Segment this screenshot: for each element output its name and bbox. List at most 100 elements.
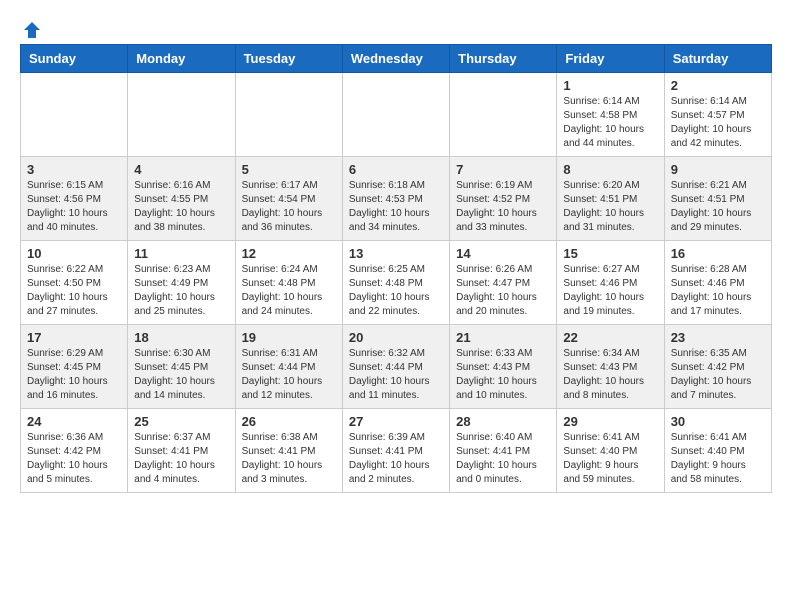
day-info: Sunrise: 6:16 AMSunset: 4:55 PMDaylight:… <box>134 179 228 235</box>
day-number: 19 <box>242 330 336 345</box>
day-number: 3 <box>27 162 121 177</box>
day-number: 11 <box>134 246 228 261</box>
calendar-cell: 24Sunrise: 6:36 AMSunset: 4:42 PMDayligh… <box>21 409 128 493</box>
day-number: 15 <box>563 246 657 261</box>
day-number: 16 <box>671 246 765 261</box>
day-number: 4 <box>134 162 228 177</box>
calendar-cell: 30 Sunrise: 6:41 AMSunset: 4:40 PMDayligh… <box>664 409 771 493</box>
day-number: 20 <box>349 330 443 345</box>
day-info: Sunrise: 6:24 AMSunset: 4:48 PMDaylight:… <box>242 263 336 319</box>
day-info: Sunrise: 6:20 AMSunset: 4:51 PMDaylight:… <box>563 179 657 235</box>
weekday-header: Monday <box>128 45 235 73</box>
calendar-cell <box>450 73 557 157</box>
day-info: Sunrise: 6:33 AMSunset: 4:43 PMDaylight:… <box>456 347 550 403</box>
logo <box>20 20 42 36</box>
day-number: 27 <box>349 414 443 429</box>
calendar-week-row: 10 Sunrise: 6:22 AMSunset: 4:50 PMDayligh… <box>21 241 772 325</box>
day-info: Sunrise: 6:41 AMSunset: 4:40 PMDaylight:… <box>671 431 765 487</box>
day-number: 21 <box>456 330 550 345</box>
day-info: Sunrise: 6:14 AMSunset: 4:57 PMDaylight:… <box>671 95 765 151</box>
day-number: 6 <box>349 162 443 177</box>
calendar-cell: 6 Sunrise: 6:18 AMSunset: 4:53 PMDaylight… <box>342 157 449 241</box>
logo-icon <box>22 20 42 40</box>
calendar-cell: 21 Sunrise: 6:33 AMSunset: 4:43 PMDayligh… <box>450 325 557 409</box>
page-header <box>20 20 772 36</box>
calendar-cell: 12 Sunrise: 6:24 AMSunset: 4:48 PMDayligh… <box>235 241 342 325</box>
day-info: Sunrise: 6:18 AMSunset: 4:53 PMDaylight:… <box>349 179 443 235</box>
day-info: Sunrise: 6:36 AMSunset: 4:42 PMDaylight:… <box>27 431 121 487</box>
day-number: 17 <box>27 330 121 345</box>
day-info: Sunrise: 6:34 AMSunset: 4:43 PMDaylight:… <box>563 347 657 403</box>
calendar-header-row: SundayMondayTuesdayWednesdayThursdayFrid… <box>21 45 772 73</box>
day-number: 22 <box>563 330 657 345</box>
calendar-week-row: 1 Sunrise: 6:14 AMSunset: 4:58 PMDaylight… <box>21 73 772 157</box>
day-info: Sunrise: 6:41 AMSunset: 4:40 PMDaylight:… <box>563 431 657 487</box>
calendar-cell: 18 Sunrise: 6:30 AMSunset: 4:45 PMDayligh… <box>128 325 235 409</box>
day-info: Sunrise: 6:28 AMSunset: 4:46 PMDaylight:… <box>671 263 765 319</box>
calendar-cell: 5 Sunrise: 6:17 AMSunset: 4:54 PMDaylight… <box>235 157 342 241</box>
calendar-cell: 29 Sunrise: 6:41 AMSunset: 4:40 PMDayligh… <box>557 409 664 493</box>
calendar-cell: 13 Sunrise: 6:25 AMSunset: 4:48 PMDayligh… <box>342 241 449 325</box>
calendar-cell: 23 Sunrise: 6:35 AMSunset: 4:42 PMDayligh… <box>664 325 771 409</box>
day-info: Sunrise: 6:19 AMSunset: 4:52 PMDaylight:… <box>456 179 550 235</box>
day-number: 5 <box>242 162 336 177</box>
calendar-cell: 15Sunrise: 6:27 AMSunset: 4:46 PMDayligh… <box>557 241 664 325</box>
calendar-cell: 22 Sunrise: 6:34 AMSunset: 4:43 PMDayligh… <box>557 325 664 409</box>
day-number: 10 <box>27 246 121 261</box>
day-info: Sunrise: 6:31 AMSunset: 4:44 PMDaylight:… <box>242 347 336 403</box>
day-number: 18 <box>134 330 228 345</box>
calendar-cell: 3 Sunrise: 6:15 AMSunset: 4:56 PMDaylight… <box>21 157 128 241</box>
calendar-table: SundayMondayTuesdayWednesdayThursdayFrid… <box>20 44 772 493</box>
calendar-cell: 8Sunrise: 6:20 AMSunset: 4:51 PMDaylight… <box>557 157 664 241</box>
calendar-cell <box>21 73 128 157</box>
day-info: Sunrise: 6:35 AMSunset: 4:42 PMDaylight:… <box>671 347 765 403</box>
day-info: Sunrise: 6:32 AMSunset: 4:44 PMDaylight:… <box>349 347 443 403</box>
day-info: Sunrise: 6:30 AMSunset: 4:45 PMDaylight:… <box>134 347 228 403</box>
day-info: Sunrise: 6:26 AMSunset: 4:47 PMDaylight:… <box>456 263 550 319</box>
calendar-cell: 20 Sunrise: 6:32 AMSunset: 4:44 PMDayligh… <box>342 325 449 409</box>
calendar-cell <box>342 73 449 157</box>
calendar-week-row: 17 Sunrise: 6:29 AMSunset: 4:45 PMDayligh… <box>21 325 772 409</box>
calendar-cell: 14Sunrise: 6:26 AMSunset: 4:47 PMDayligh… <box>450 241 557 325</box>
day-info: Sunrise: 6:25 AMSunset: 4:48 PMDaylight:… <box>349 263 443 319</box>
calendar-cell: 17 Sunrise: 6:29 AMSunset: 4:45 PMDayligh… <box>21 325 128 409</box>
weekday-header: Tuesday <box>235 45 342 73</box>
day-number: 12 <box>242 246 336 261</box>
day-info: Sunrise: 6:22 AMSunset: 4:50 PMDaylight:… <box>27 263 121 319</box>
day-info: Sunrise: 6:39 AMSunset: 4:41 PMDaylight:… <box>349 431 443 487</box>
calendar-cell: 1 Sunrise: 6:14 AMSunset: 4:58 PMDaylight… <box>557 73 664 157</box>
calendar-week-row: 3 Sunrise: 6:15 AMSunset: 4:56 PMDaylight… <box>21 157 772 241</box>
day-number: 26 <box>242 414 336 429</box>
day-number: 1 <box>563 78 657 93</box>
day-info: Sunrise: 6:15 AMSunset: 4:56 PMDaylight:… <box>27 179 121 235</box>
day-number: 13 <box>349 246 443 261</box>
calendar-cell: 26 Sunrise: 6:38 AMSunset: 4:41 PMDayligh… <box>235 409 342 493</box>
calendar-cell: 25 Sunrise: 6:37 AMSunset: 4:41 PMDayligh… <box>128 409 235 493</box>
day-number: 23 <box>671 330 765 345</box>
day-info: Sunrise: 6:40 AMSunset: 4:41 PMDaylight:… <box>456 431 550 487</box>
day-info: Sunrise: 6:17 AMSunset: 4:54 PMDaylight:… <box>242 179 336 235</box>
day-info: Sunrise: 6:23 AMSunset: 4:49 PMDaylight:… <box>134 263 228 319</box>
calendar-cell: 28Sunrise: 6:40 AMSunset: 4:41 PMDayligh… <box>450 409 557 493</box>
day-number: 7 <box>456 162 550 177</box>
weekday-header: Thursday <box>450 45 557 73</box>
day-number: 9 <box>671 162 765 177</box>
calendar-cell: 2Sunrise: 6:14 AMSunset: 4:57 PMDaylight… <box>664 73 771 157</box>
day-number: 25 <box>134 414 228 429</box>
day-info: Sunrise: 6:14 AMSunset: 4:58 PMDaylight:… <box>563 95 657 151</box>
calendar-week-row: 24Sunrise: 6:36 AMSunset: 4:42 PMDayligh… <box>21 409 772 493</box>
day-number: 29 <box>563 414 657 429</box>
calendar-cell <box>128 73 235 157</box>
calendar-cell: 7 Sunrise: 6:19 AMSunset: 4:52 PMDaylight… <box>450 157 557 241</box>
weekday-header: Wednesday <box>342 45 449 73</box>
day-number: 30 <box>671 414 765 429</box>
calendar-cell: 16 Sunrise: 6:28 AMSunset: 4:46 PMDayligh… <box>664 241 771 325</box>
day-info: Sunrise: 6:37 AMSunset: 4:41 PMDaylight:… <box>134 431 228 487</box>
weekday-header: Sunday <box>21 45 128 73</box>
calendar-cell: 4 Sunrise: 6:16 AMSunset: 4:55 PMDaylight… <box>128 157 235 241</box>
calendar-cell: 10 Sunrise: 6:22 AMSunset: 4:50 PMDayligh… <box>21 241 128 325</box>
weekday-header: Saturday <box>664 45 771 73</box>
day-info: Sunrise: 6:29 AMSunset: 4:45 PMDaylight:… <box>27 347 121 403</box>
calendar-cell: 27 Sunrise: 6:39 AMSunset: 4:41 PMDayligh… <box>342 409 449 493</box>
day-info: Sunrise: 6:38 AMSunset: 4:41 PMDaylight:… <box>242 431 336 487</box>
